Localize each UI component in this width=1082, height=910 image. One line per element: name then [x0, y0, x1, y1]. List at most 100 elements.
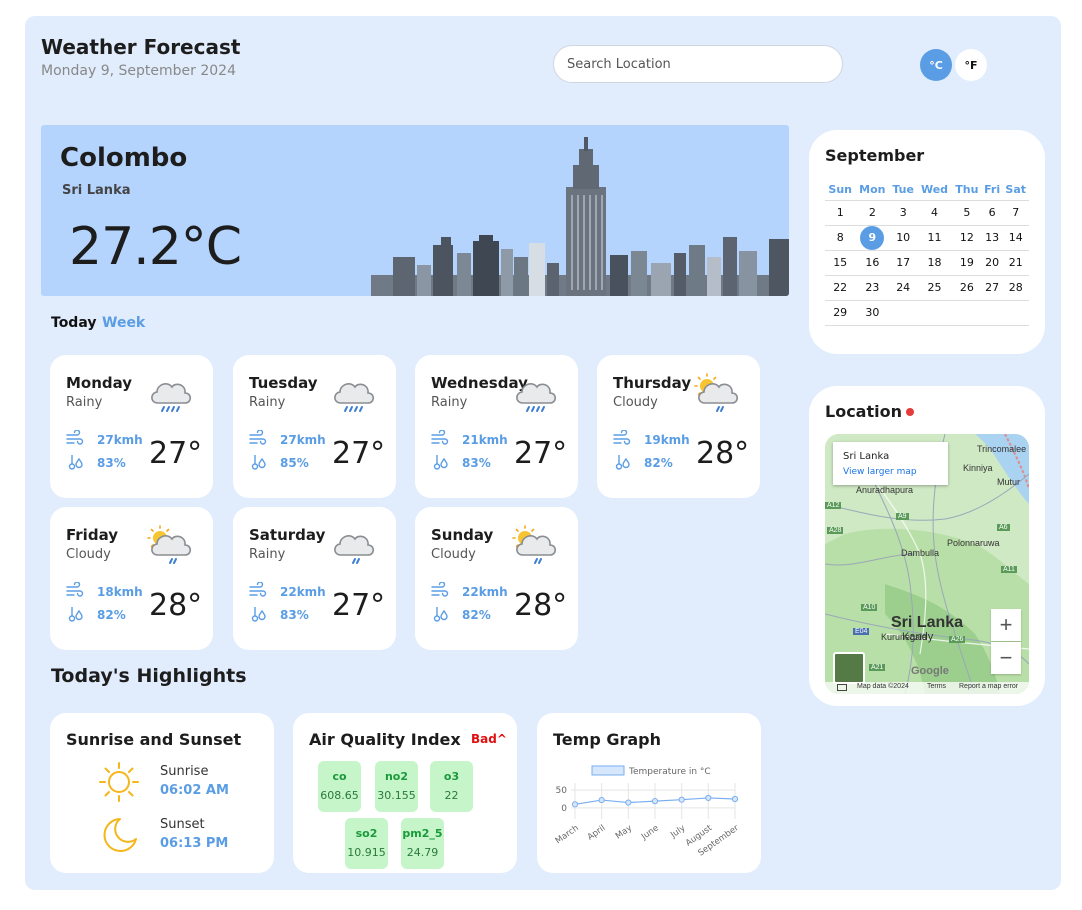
calendar-day[interactable]: 3 — [889, 200, 918, 226]
calendar-day[interactable]: 12 — [951, 225, 982, 251]
calendar-day[interactable]: 13 — [981, 225, 1003, 251]
location-title: Location — [825, 402, 902, 421]
calendar-day[interactable]: 24 — [889, 275, 918, 301]
day-card-sunday[interactable]: Sunday Cloudy 22kmh 82% 28° — [415, 507, 578, 650]
aqi-status-badge: Bad^ — [471, 732, 507, 746]
city-skyline-image — [371, 137, 789, 296]
cloud-drizzle-icon — [327, 525, 377, 571]
calendar-day[interactable]: 1 — [825, 200, 856, 226]
calendar-day[interactable]: 22 — [825, 275, 856, 301]
country-name: Sri Lanka — [62, 183, 131, 198]
calendar-day-today[interactable]: 9 — [855, 225, 890, 251]
map-satellite-toggle[interactable] — [833, 652, 865, 684]
humidity-icon — [67, 605, 85, 627]
search-input[interactable] — [553, 45, 843, 83]
day-humidity: 82% — [97, 608, 126, 622]
map-road-badge: A26 — [949, 636, 966, 643]
map-road-badge: A12 — [825, 502, 842, 509]
humidity-icon — [614, 453, 632, 475]
calendar-day[interactable]: 30 — [855, 300, 890, 326]
highlights-title: Today's Highlights — [51, 665, 247, 687]
day-wind-speed: 27kmh — [97, 433, 143, 447]
map-road-badge: A9 — [896, 513, 909, 520]
view-larger-map-link[interactable]: View larger map — [843, 467, 917, 477]
chart-y-tick-label: 0 — [561, 804, 567, 814]
aqi-pollutant-name: so2 — [355, 827, 378, 840]
chart-data-point — [705, 794, 712, 802]
aqi-pollutant-name: co — [332, 770, 347, 783]
map-city-label: Polonnaruwa — [947, 538, 1000, 548]
day-condition: Rainy — [431, 395, 468, 410]
calendar-day[interactable]: 16 — [855, 250, 890, 276]
page-title: Weather Forecast — [41, 35, 241, 59]
location-map[interactable]: Sri Lanka View larger map Trincomalee Ki… — [825, 434, 1029, 694]
sun-cloud-rain-icon — [691, 373, 741, 419]
fahrenheit-toggle[interactable]: °F — [955, 49, 987, 81]
wind-icon — [431, 581, 449, 602]
map-terms-link[interactable]: Terms — [927, 683, 946, 690]
day-card-saturday[interactable]: Saturday Rainy 22kmh 83% 27° — [233, 507, 396, 650]
calendar-day[interactable]: 14 — [1002, 225, 1029, 251]
calendar-day[interactable]: 21 — [1002, 250, 1029, 276]
humidity-icon — [432, 453, 450, 475]
calendar-day[interactable]: 10 — [889, 225, 918, 251]
aqi-pollutant-value: 30.155 — [377, 789, 416, 802]
rain-cloud-icon — [327, 373, 377, 419]
day-wind-speed: 27kmh — [280, 433, 326, 447]
sunrise-label: Sunrise — [160, 764, 209, 779]
day-wind-speed: 22kmh — [280, 585, 326, 599]
keyboard-icon[interactable] — [837, 684, 847, 691]
map-city-label: Anuradhapura — [856, 485, 914, 495]
calendar-day[interactable]: 11 — [917, 225, 952, 251]
day-card-friday[interactable]: Friday Cloudy 18kmh 82% 28° — [50, 507, 213, 650]
calendar-day[interactable]: 26 — [951, 275, 982, 301]
map-report-link[interactable]: Report a map error — [959, 683, 1018, 690]
aqi-box-co: co 608.65 — [318, 761, 361, 812]
map-road-badge: A10 — [861, 604, 878, 611]
calendar-day[interactable]: 23 — [855, 275, 890, 301]
calendar-day[interactable]: 17 — [889, 250, 918, 276]
calendar-day[interactable]: 27 — [981, 275, 1003, 301]
calendar-day[interactable]: 19 — [951, 250, 982, 276]
day-temperature: 28° — [149, 588, 203, 623]
day-card-wednesday[interactable]: Wednesday Rainy 21kmh 83% 27° — [415, 355, 578, 498]
calendar-day[interactable]: 15 — [825, 250, 856, 276]
day-card-thursday[interactable]: Thursday Cloudy 19kmh 82% 28° — [597, 355, 760, 498]
location-card: Location Sri Lanka View larger map Trinc… — [809, 386, 1045, 706]
calendar-day[interactable]: 5 — [951, 200, 982, 226]
day-card-monday[interactable]: Monday Rainy 27kmh 83% 27° — [50, 355, 213, 498]
chart-data-point — [625, 799, 632, 806]
calendar-day[interactable]: 8 — [825, 225, 856, 251]
day-humidity: 82% — [644, 456, 673, 470]
calendar-day[interactable]: 2 — [855, 200, 890, 226]
map-zoom-in-button[interactable]: + — [991, 609, 1021, 641]
calendar-day[interactable]: 25 — [917, 275, 952, 301]
celsius-toggle[interactable]: °C — [920, 49, 952, 81]
day-temperature: 27° — [514, 436, 568, 471]
calendar-day[interactable]: 4 — [917, 200, 952, 226]
rain-cloud-icon — [509, 373, 559, 419]
calendar-week-row: 22 23 24 25 26 27 28 — [825, 275, 1029, 301]
humidity-icon — [250, 605, 268, 627]
temp-graph-card: Temp Graph Temperature in °C 50 0 March Apri… — [537, 713, 761, 873]
map-zoom-out-button[interactable]: − — [991, 642, 1021, 674]
wind-icon — [249, 429, 267, 450]
calendar-day[interactable]: 28 — [1002, 275, 1029, 301]
calendar-day[interactable]: 18 — [917, 250, 952, 276]
tab-week[interactable]: Week — [102, 315, 145, 331]
calendar-day[interactable]: 6 — [981, 200, 1003, 226]
calendar-day[interactable]: 20 — [981, 250, 1003, 276]
day-condition: Cloudy — [613, 395, 658, 410]
day-card-tuesday[interactable]: Tuesday Rainy 27kmh 85% 27° — [233, 355, 396, 498]
aqi-pollutant-name: no2 — [384, 770, 409, 783]
wind-icon — [249, 581, 267, 602]
calendar-day[interactable]: 29 — [825, 300, 856, 326]
calendar-week-row: 1234567 — [825, 200, 1029, 226]
calendar-empty-cell — [917, 300, 952, 326]
today-highlight: 9 — [860, 225, 885, 250]
tab-today[interactable]: Today — [51, 315, 96, 331]
day-temperature: 28° — [514, 588, 568, 623]
day-humidity: 83% — [462, 456, 491, 470]
calendar-day[interactable]: 7 — [1002, 200, 1029, 226]
weekday-header: Sun — [825, 180, 856, 201]
